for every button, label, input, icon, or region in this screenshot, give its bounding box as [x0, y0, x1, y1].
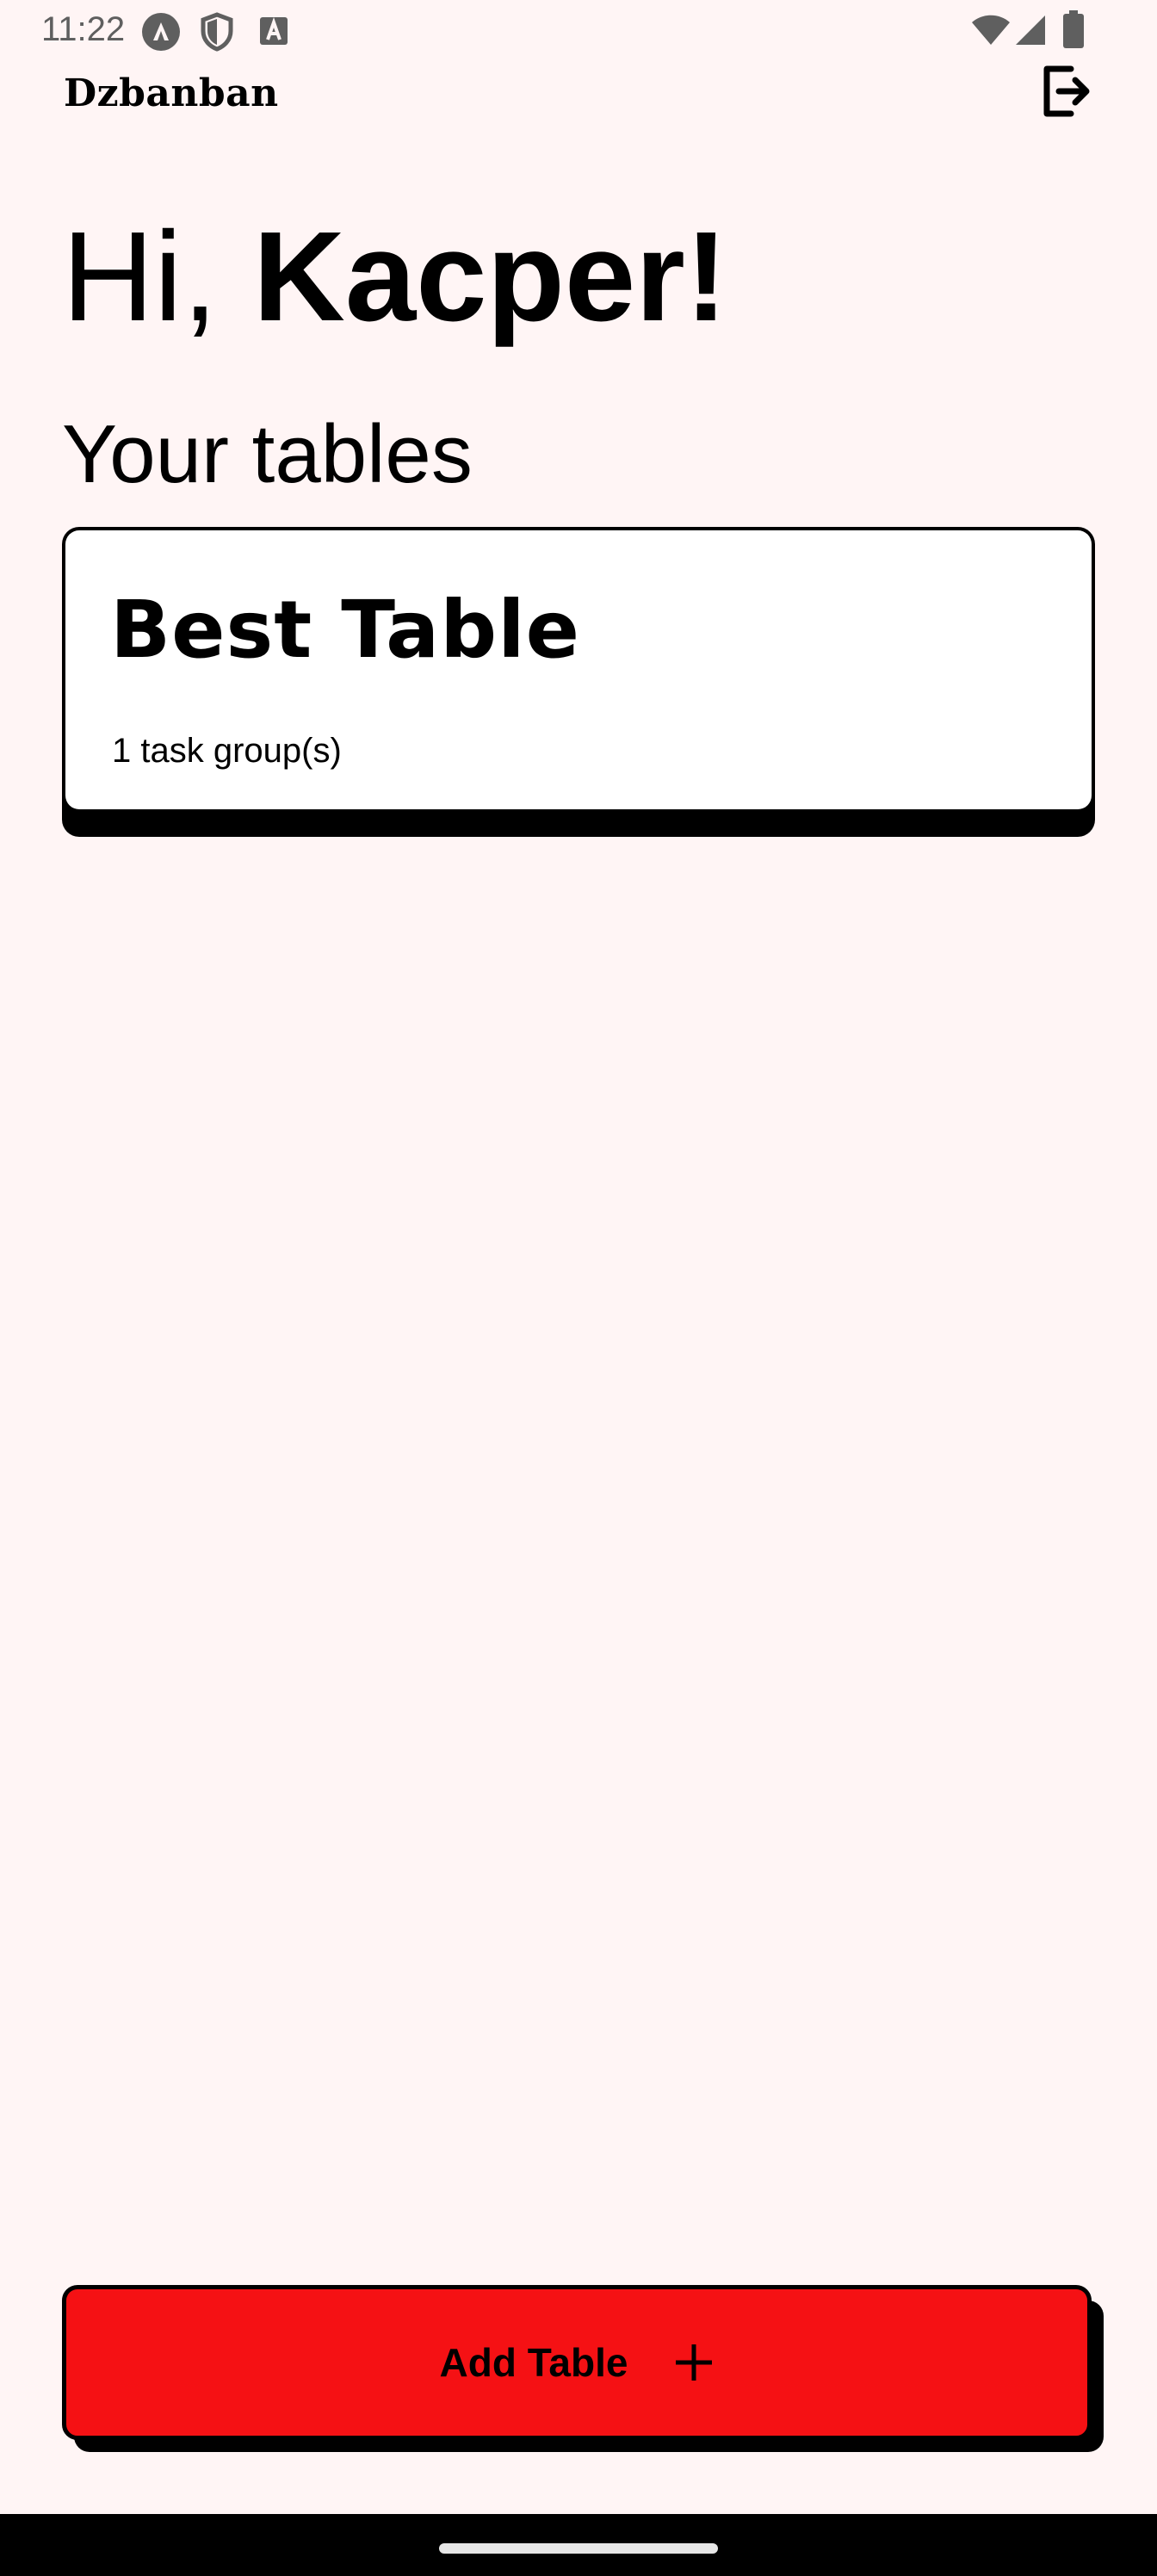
table-card-body: Best Table 1 task group(s)	[65, 530, 1092, 809]
logout-button[interactable]	[1033, 60, 1098, 126]
status-time: 11:22	[41, 10, 126, 48]
shield-icon	[200, 12, 234, 52]
add-table-button-label: Add Table	[439, 2340, 628, 2385]
battery-icon	[1062, 10, 1085, 48]
table-card[interactable]: Best Table 1 task group(s)	[62, 527, 1095, 837]
add-table-button[interactable]: Add Table	[62, 2285, 1092, 2440]
logout-icon	[1040, 64, 1092, 123]
greeting-user-name: Kacper!	[253, 206, 728, 348]
status-bar: 11:22	[0, 0, 1157, 60]
greeting-heading: Hi, Kacper!	[62, 200, 727, 355]
your-tables-heading: Your tables	[62, 408, 473, 500]
app-notification-icon	[141, 12, 181, 52]
wifi-icon	[971, 14, 1011, 46]
home-gesture-handle[interactable]	[439, 2543, 718, 2554]
app-title: Dzbanban	[64, 71, 279, 115]
cellular-signal-icon	[1014, 14, 1047, 46]
table-card-task-group-count: 1 task group(s)	[112, 732, 342, 770]
table-card-title: Best Table	[110, 584, 581, 676]
plus-icon	[674, 2343, 714, 2382]
keyboard-indicator-icon	[258, 15, 289, 46]
navigation-bar	[0, 2514, 1157, 2576]
greeting-prefix: Hi,	[62, 206, 253, 348]
